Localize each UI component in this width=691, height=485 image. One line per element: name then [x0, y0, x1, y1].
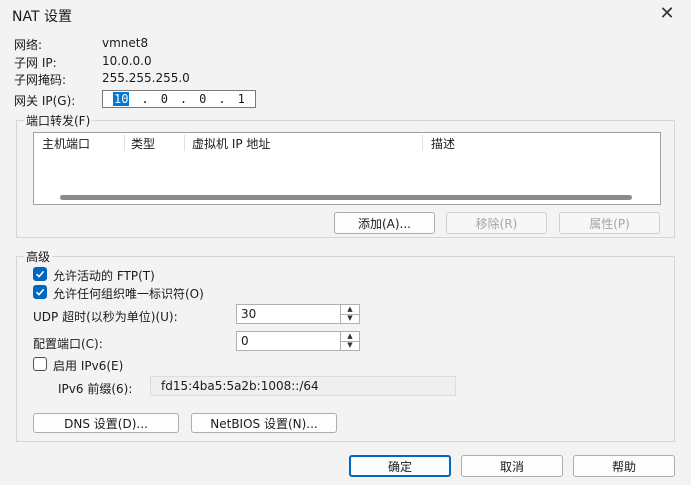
spin-down-icon[interactable]: ▼: [341, 315, 359, 324]
gateway-dot-1: .: [141, 92, 149, 106]
gateway-octet-1[interactable]: 10: [113, 92, 130, 106]
subnet-mask-value: 255.255.255.0: [102, 71, 190, 85]
ok-button[interactable]: 确定: [349, 455, 451, 477]
add-button[interactable]: 添加(A)...: [334, 212, 435, 234]
spin-up-icon[interactable]: ▲: [341, 305, 359, 315]
cancel-button[interactable]: 取消: [461, 455, 563, 477]
remove-button[interactable]: 移除(R): [446, 212, 547, 234]
subnet-ip-value: 10.0.0.0: [102, 54, 152, 68]
spin-up-icon[interactable]: ▲: [341, 332, 359, 342]
allow-uid-label[interactable]: 允许任何组织唯一标识符(O): [53, 285, 204, 302]
column-divider: [184, 135, 185, 151]
subnet-ip-label: 子网 IP:: [14, 56, 57, 70]
network-value: vmnet8: [102, 36, 149, 50]
column-type[interactable]: 类型: [131, 135, 155, 152]
enable-ipv6-label[interactable]: 启用 IPv6(E): [53, 357, 123, 374]
ipv6-prefix-label: IPv6 前缀(6):: [58, 382, 133, 396]
spin-down-icon[interactable]: ▼: [341, 342, 359, 351]
gateway-dot-2: .: [179, 92, 188, 106]
udp-timeout-label: UDP 超时(以秒为单位)(U):: [33, 310, 178, 324]
config-port-value[interactable]: 0: [237, 332, 340, 350]
help-button[interactable]: 帮助: [573, 455, 675, 477]
network-label: 网络:: [14, 38, 43, 52]
gateway-octet-3[interactable]: 0: [199, 92, 206, 106]
checkmark-icon: [35, 288, 45, 296]
gateway-ip-label: 网关 IP(G):: [14, 94, 76, 108]
allow-ftp-checkbox[interactable]: [33, 267, 47, 281]
gateway-octet-2[interactable]: 0: [161, 92, 168, 106]
netbios-settings-button[interactable]: NetBIOS 设置(N)...: [191, 413, 337, 433]
udp-timeout-arrows[interactable]: ▲ ▼: [340, 305, 359, 323]
port-forwarding-table[interactable]: 主机端口 类型 虚拟机 IP 地址 描述: [33, 132, 661, 205]
column-divider: [124, 135, 125, 151]
column-vm-ip[interactable]: 虚拟机 IP 地址: [192, 135, 270, 152]
checkmark-icon: [35, 270, 45, 278]
gateway-octet-4[interactable]: 1: [238, 92, 245, 106]
ipv6-prefix-input[interactable]: fd15:4ba5:5a2b:1008::/64: [150, 376, 456, 396]
column-divider: [422, 135, 423, 151]
allow-ftp-label[interactable]: 允许活动的 FTP(T): [53, 267, 155, 284]
config-port-label: 配置端口(C):: [33, 337, 103, 351]
gateway-dot-3: .: [218, 92, 226, 106]
dialog-title: NAT 设置: [12, 9, 72, 25]
port-forwarding-title: 端口转发(F): [24, 112, 93, 129]
enable-ipv6-checkbox[interactable]: [33, 357, 47, 371]
column-description[interactable]: 描述: [431, 135, 455, 152]
advanced-title: 高级: [24, 248, 53, 265]
gateway-ip-input[interactable]: 10 . 0 . 0 . 1: [102, 90, 256, 108]
allow-uid-checkbox[interactable]: [33, 285, 47, 299]
properties-button[interactable]: 属性(P): [559, 212, 660, 234]
close-icon[interactable]: ✕: [655, 3, 679, 25]
horizontal-scrollbar[interactable]: [60, 195, 632, 200]
subnet-mask-label: 子网掩码:: [14, 73, 67, 87]
config-port-arrows[interactable]: ▲ ▼: [340, 332, 359, 350]
nat-settings-dialog: NAT 设置 ✕ 网络: vmnet8 子网 IP: 10.0.0.0 子网掩码…: [0, 0, 691, 485]
udp-timeout-stepper[interactable]: 30 ▲ ▼: [236, 304, 360, 324]
udp-timeout-value[interactable]: 30: [237, 305, 340, 323]
dns-settings-button[interactable]: DNS 设置(D)...: [33, 413, 179, 433]
column-host-port[interactable]: 主机端口: [42, 135, 90, 152]
config-port-stepper[interactable]: 0 ▲ ▼: [236, 331, 360, 351]
